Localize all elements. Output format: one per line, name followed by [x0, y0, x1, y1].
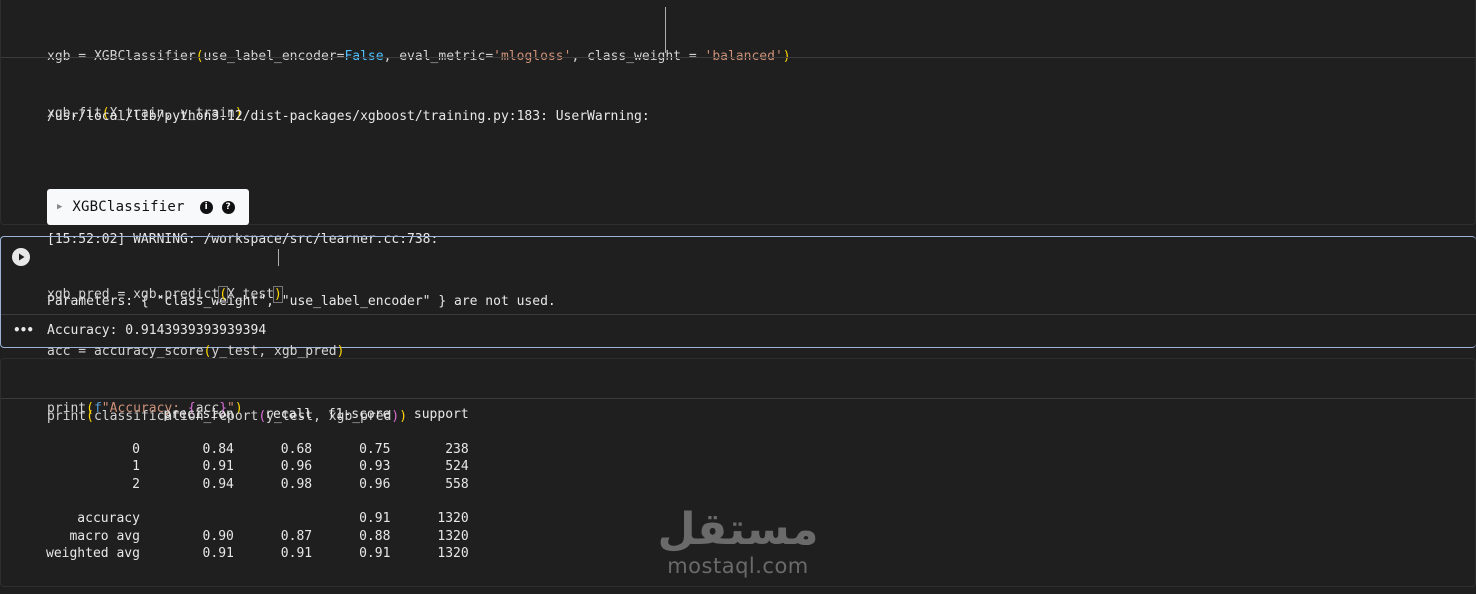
report-value-cell: 0.87 [233, 528, 313, 544]
report-value-cell: 0.91 [139, 546, 234, 562]
estimator-badge[interactable]: ▶ XGBClassifier i ? [47, 189, 249, 225]
code-line: xgb_pred = xgb.predict(X_test) [47, 286, 283, 303]
watermark-arabic: مستقل [657, 504, 819, 555]
info-icon[interactable]: i [199, 200, 213, 214]
report-value-cell: 0.96 [233, 459, 313, 475]
text-cursor [278, 249, 279, 266]
report-value-cell: 0.75 [312, 441, 391, 457]
report-value-cell: 524 [390, 459, 469, 475]
text-cursor [665, 7, 666, 53]
play-icon[interactable] [12, 248, 30, 266]
report-header-cell: recall [233, 407, 313, 422]
estimator-name: XGBClassifier [72, 199, 185, 215]
report-value-cell: 0.91 [233, 546, 313, 562]
code-cell-predict[interactable]: xgb_pred = xgb.predict(X_test) acc = acc… [0, 236, 1476, 416]
report-value-cell: 558 [390, 476, 469, 492]
output-divider [1, 398, 1475, 399]
output-divider [1, 57, 1475, 58]
mostaql-watermark: مستقل mostaql.com [656, 504, 820, 579]
report-label-cell: weighted avg [46, 546, 140, 562]
report-value-cell: 0.94 [139, 476, 234, 492]
report-value-cell: 1320 [390, 528, 469, 544]
report-row: 0 0.84 0.68 0.75 238 [46, 441, 469, 458]
report-value-cell [140, 511, 234, 526]
report-value-cell: 0.91 [312, 546, 391, 562]
report-value-cell: 0.96 [312, 476, 391, 492]
report-label-cell: 1 [46, 459, 140, 475]
report-label-cell: macro avg [46, 528, 140, 544]
report-value-cell: 0.91 [139, 459, 234, 475]
output-divider [1, 314, 1476, 315]
report-row: 2 0.94 0.98 0.96 558 [46, 476, 469, 493]
more-horizontal-icon[interactable]: ••• [13, 323, 34, 337]
watermark-latin: mostaql.com [667, 554, 809, 578]
report-value-cell: 0.98 [233, 476, 313, 492]
report-header-cell: precision [139, 407, 234, 422]
report-summary-row: accuracy 0.91 1320 [46, 510, 469, 527]
report-label-cell [46, 407, 140, 422]
report-value-cell [234, 511, 312, 526]
warning-path: /usr/local/lib/python3.12/dist-packages/… [47, 109, 650, 124]
report-header-cell: support [390, 407, 469, 422]
report-label-cell: 0 [46, 441, 140, 457]
report-header: precision recall f1-score support [46, 406, 469, 423]
cell-output-accuracy: Accuracy: 0.9143939393939394 [47, 323, 267, 338]
report-value-cell: 0.90 [139, 528, 234, 544]
report-value-cell: 0.84 [139, 441, 234, 457]
report-value-cell: 0.91 [312, 511, 391, 527]
report-value-cell: 1320 [390, 546, 469, 562]
classification-report: precision recall f1-score support 0 0.84… [46, 406, 469, 563]
report-value-cell: 1320 [390, 511, 469, 527]
report-value-cell: 0.68 [233, 441, 313, 457]
report-value-cell: 238 [390, 441, 469, 457]
report-row: 1 0.91 0.96 0.93 524 [46, 458, 469, 475]
report-value-cell: 0.88 [312, 528, 391, 544]
report-summary-row: macro avg 0.90 0.87 0.88 1320 [46, 528, 469, 545]
report-value-cell: 0.93 [312, 459, 391, 475]
report-label-cell: accuracy [46, 511, 140, 527]
help-icon[interactable]: ? [221, 200, 235, 214]
report-label-cell: 2 [46, 476, 140, 492]
triangle-right-icon[interactable]: ▶ [57, 202, 62, 212]
report-summary-row: weighted avg 0.91 0.91 0.91 1320 [46, 545, 469, 562]
report-header-cell: f1-score [312, 407, 391, 422]
